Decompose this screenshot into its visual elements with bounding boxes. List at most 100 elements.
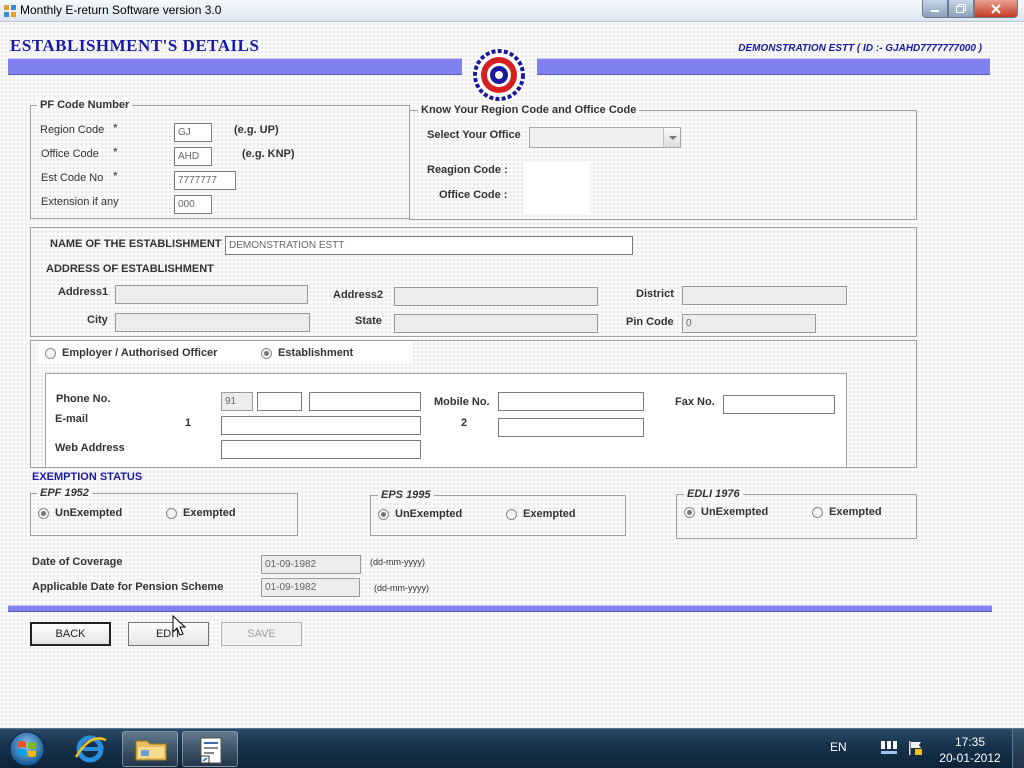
email-label: E-mail	[55, 413, 89, 425]
establishment-radio[interactable]: Establishment	[261, 347, 353, 359]
epf-exempted-label: Exempted	[183, 507, 236, 519]
radio-button-icon[interactable]	[506, 508, 517, 520]
clock-date: 20-01-2012	[939, 751, 1001, 765]
email-1-input[interactable]	[221, 416, 421, 435]
select-office-label: Select Your Office	[427, 129, 521, 141]
eps-exempted-radio[interactable]: Exempted	[506, 508, 576, 520]
edli-unexempted-label: UnExempted	[701, 506, 769, 518]
district-input[interactable]	[682, 286, 847, 305]
est-required-mark: *	[113, 169, 118, 183]
region-code-input[interactable]	[174, 123, 212, 142]
pin-code-label: Pin Code	[626, 316, 674, 328]
establishment-name-label: NAME OF THE ESTABLISHMENT	[50, 238, 222, 250]
employer-radio[interactable]: Employer / Authorised Officer	[45, 347, 217, 359]
region-required-mark: *	[113, 121, 118, 135]
taskbar-internet-explorer[interactable]	[62, 731, 118, 767]
eps-legend: EPS 1995	[378, 489, 434, 501]
main-content: ESTABLISHMENT'S DETAILS DEMONSTRATION ES…	[0, 22, 1024, 728]
epf-unexempted-label: UnExempted	[55, 507, 123, 519]
phone-country-input[interactable]	[221, 392, 253, 411]
edli-exempted-radio[interactable]: Exempted	[812, 506, 882, 518]
eps-unexempted-label: UnExempted	[395, 508, 463, 520]
restore-icon	[956, 4, 966, 13]
phone-area-input[interactable]	[257, 392, 302, 411]
phone-label: Phone No.	[56, 393, 111, 405]
region-code-hint: (e.g. UP)	[234, 124, 279, 136]
chevron-down-icon[interactable]	[663, 128, 680, 147]
establishment-name-input[interactable]	[225, 236, 633, 255]
edli-unexempted-radio[interactable]: UnExempted	[684, 506, 768, 518]
office-code-input[interactable]	[174, 147, 212, 166]
pf-code-legend: PF Code Number	[37, 99, 133, 111]
close-icon	[991, 3, 1001, 14]
fax-input[interactable]	[723, 395, 835, 414]
coverage-date-label: Date of Coverage	[32, 556, 123, 568]
state-input[interactable]	[394, 314, 598, 333]
edit-button[interactable]: EDIT	[128, 622, 209, 646]
epf-unexempted-radio[interactable]: UnExempted	[38, 507, 122, 519]
application-window-icon	[200, 737, 222, 764]
address2-label: Address2	[333, 289, 384, 301]
radio-button-icon[interactable]	[378, 508, 389, 520]
maximize-button[interactable]	[948, 0, 974, 18]
system-clock[interactable]: 17:35 20-01-2012	[936, 734, 1004, 766]
address2-input[interactable]	[394, 287, 598, 306]
city-input[interactable]	[115, 313, 310, 332]
action-center-flag-icon[interactable]	[906, 740, 924, 756]
back-button[interactable]: BACK	[30, 622, 111, 646]
state-label: State	[355, 315, 382, 327]
office-required-mark: *	[113, 145, 118, 159]
establishment-id: DEMONSTRATION ESTT ( ID :- GJAHD77777770…	[738, 43, 982, 54]
radio-button-icon[interactable]	[38, 507, 49, 519]
header-band-right	[537, 58, 990, 75]
city-label: City	[87, 314, 108, 326]
email-1-label: 1	[185, 417, 192, 429]
radio-button-icon[interactable]	[261, 347, 272, 359]
save-button[interactable]: SAVE	[221, 622, 302, 646]
header-band-left	[8, 58, 462, 75]
eps-unexempted-radio[interactable]: UnExempted	[378, 508, 462, 520]
address1-input[interactable]	[115, 285, 308, 304]
radio-button-icon[interactable]	[684, 506, 695, 518]
radio-button-icon[interactable]	[812, 506, 823, 518]
radio-button-icon[interactable]	[166, 507, 177, 519]
epf-exempted-radio[interactable]: Exempted	[166, 507, 236, 519]
mobile-label: Mobile No.	[434, 396, 490, 408]
taskbar-file-explorer[interactable]	[122, 731, 178, 767]
minimize-button[interactable]	[922, 0, 948, 18]
select-office-dropdown[interactable]	[529, 127, 681, 148]
est-code-input[interactable]	[174, 171, 236, 190]
taskbar-e-return-app[interactable]	[182, 731, 238, 767]
edli-exempted-label: Exempted	[829, 506, 882, 518]
keyboard-layout-icon[interactable]	[880, 740, 898, 756]
taskbar: EN 17:35 20-01-2012	[0, 728, 1024, 768]
pin-code-input[interactable]	[682, 314, 816, 333]
extension-input[interactable]	[174, 195, 212, 214]
web-address-input[interactable]	[221, 440, 421, 459]
show-desktop-button[interactable]	[1012, 729, 1024, 768]
reagion-code-label: Reagion Code :	[427, 164, 508, 176]
windows-start-icon[interactable]	[4, 730, 50, 768]
establishment-radio-label: Establishment	[278, 347, 354, 359]
window-titlebar: Monthly E-return Software version 3.0	[0, 0, 1024, 22]
window-title: Monthly E-return Software version 3.0	[20, 3, 222, 17]
phone-number-input[interactable]	[309, 392, 421, 411]
email-2-label: 2	[461, 417, 468, 429]
close-button[interactable]	[974, 0, 1018, 18]
district-label: District	[636, 288, 674, 300]
radio-button-icon[interactable]	[45, 347, 56, 359]
minimize-icon	[931, 9, 939, 12]
mobile-input[interactable]	[498, 392, 644, 411]
email-2-input[interactable]	[498, 418, 644, 437]
exemption-status-heading: EXEMPTION STATUS	[32, 471, 143, 483]
know-region-legend: Know Your Region Code and Office Code	[418, 104, 640, 116]
address1-label: Address1	[58, 286, 109, 298]
extension-label: Extension if any	[41, 196, 119, 208]
pension-date-label: Applicable Date for Pension Scheme	[32, 581, 224, 593]
contact-details-panel	[45, 373, 847, 468]
coverage-date-input[interactable]	[261, 555, 361, 574]
footer-band	[8, 605, 992, 612]
page-title: ESTABLISHMENT'S DETAILS	[10, 36, 260, 55]
pension-date-input[interactable]	[261, 578, 360, 597]
language-indicator[interactable]: EN	[830, 740, 847, 754]
